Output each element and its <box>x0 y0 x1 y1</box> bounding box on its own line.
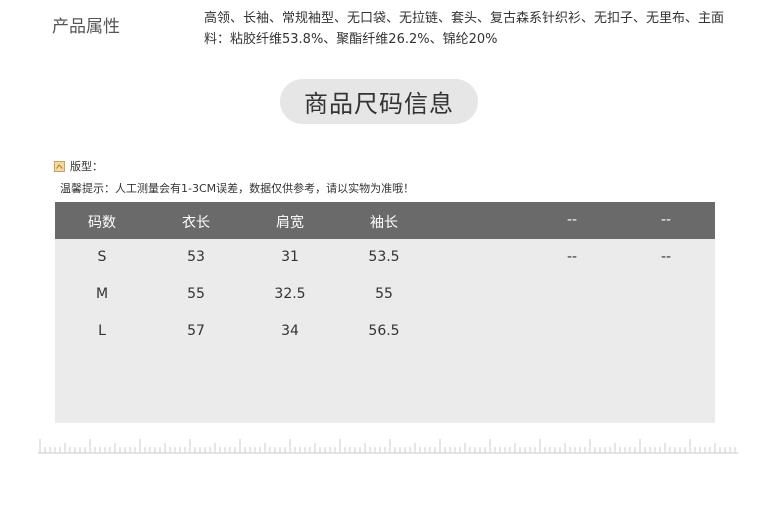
size-table: 码数 衣长 肩宽 袖长 -- -- S 53 31 53.5 -- -- M 5… <box>55 202 715 423</box>
table-cell: 55 <box>187 286 205 302</box>
header-shoulder: 肩宽 <box>276 215 304 231</box>
table-cell: -- <box>566 249 578 265</box>
size-info-title: 商品尺码信息 <box>304 90 454 118</box>
table-cell: 32.5 <box>274 286 306 302</box>
header-length: 衣长 <box>182 215 210 231</box>
header-extra-2: -- <box>660 212 672 228</box>
header-size: 码数 <box>88 215 116 231</box>
size-table-header: 码数 衣长 肩宽 袖长 -- -- <box>55 202 715 239</box>
table-cell: 57 <box>187 323 205 339</box>
fit-type-icon <box>54 160 65 172</box>
header-sleeve: 袖长 <box>370 215 398 231</box>
ruler-divider <box>38 439 738 454</box>
table-cell: 34 <box>281 323 299 339</box>
table-cell: S <box>97 249 107 265</box>
size-info-title-pill: 商品尺码信息 <box>280 79 478 124</box>
fit-type-label: 版型： <box>70 160 103 173</box>
table-cell: 55 <box>375 286 393 302</box>
table-cell: -- <box>660 249 672 265</box>
measurement-hint: 温馨提示：人工测量会有1-3CM误差，数据仅供参考，请以实物为准哦！ <box>60 182 415 195</box>
table-cell: 53.5 <box>368 249 400 265</box>
product-attributes-value: 高领、长袖、常规袖型、无口袋、无拉链、套头、复古森系针织衫、无扣子、无里布、主面… <box>204 11 725 47</box>
table-cell: 53 <box>187 249 205 265</box>
header-extra-1: -- <box>566 212 578 228</box>
table-cell: 56.5 <box>368 323 400 339</box>
fit-type-row: 版型： <box>54 158 103 174</box>
table-cell: L <box>98 323 106 339</box>
table-cell: M <box>95 286 109 302</box>
product-attributes-label: 产品属性 <box>52 17 120 37</box>
table-cell: 31 <box>281 249 299 265</box>
